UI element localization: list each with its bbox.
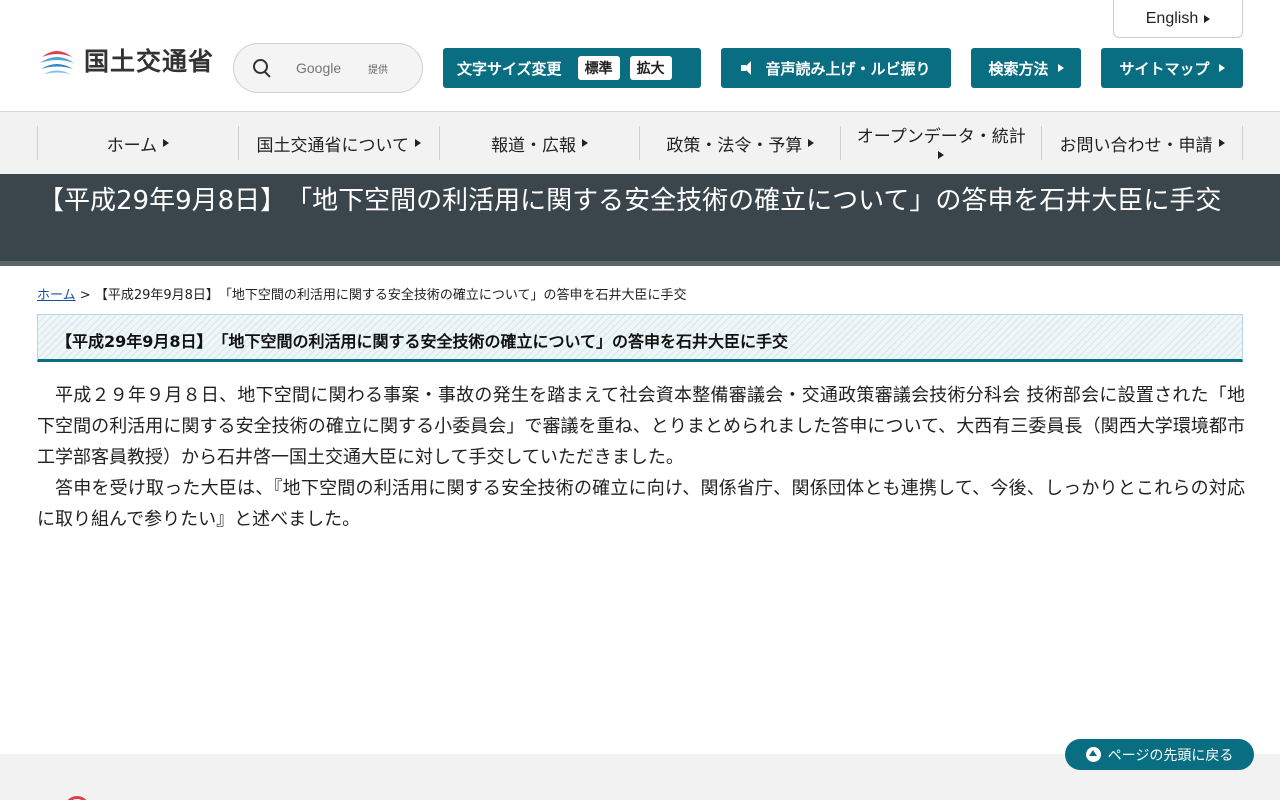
nav-item-opendata[interactable]: オープンデータ・統計	[840, 126, 1041, 160]
article-paragraph: 答申を受け取った大臣は、『地下空間の利活用に関する安全技術の確立に向け、関係省庁…	[37, 478, 1245, 530]
nav-item-policy[interactable]: 政策・法令・予算	[639, 126, 840, 160]
nav-item-press[interactable]: 報道・広報	[438, 126, 640, 160]
section-heading-box: 【平成29年9月8日】 「地下空間の利活用に関する安全技術の確立について」の答申…	[37, 314, 1243, 362]
arrow-right-icon	[1204, 14, 1211, 23]
arrow-up-icon	[1085, 747, 1101, 762]
page-title-band: 【平成29年9月8日】 「地下空間の利活用に関する安全技術の確立について」の答申…	[0, 174, 1280, 266]
arrow-right-icon	[1218, 64, 1225, 72]
nav-item-contact[interactable]: お問い合わせ・申請	[1041, 126, 1243, 160]
nav-item-label: 報道・広報	[491, 135, 577, 156]
logo-text: 国土交通省	[84, 47, 215, 76]
search-provided-label: 提供	[368, 64, 388, 76]
arrow-right-icon	[808, 139, 815, 147]
article-paragraph: 平成２９年９月８日、地下空間に関わる事案・事故の発生を踏まえて社会資本整備審議会…	[37, 385, 1245, 468]
arrow-right-icon	[1218, 139, 1225, 147]
voice-ruby-label: 音声読み上げ・ルビ振り	[765, 59, 931, 78]
nav-item-label: お問い合わせ・申請	[1059, 135, 1213, 156]
nav-item-about[interactable]: 国土交通省について	[237, 126, 439, 160]
breadcrumb: ホーム > 【平成29年9月8日】 「地下空間の利活用に関する安全技術の確立につ…	[37, 284, 687, 303]
back-to-top-label: ページの先頭に戻る	[1107, 747, 1234, 764]
page-title: 【平成29年9月8日】 「地下空間の利活用に関する安全技術の確立について」の答申…	[38, 186, 1222, 216]
global-nav: ホーム 国土交通省について 報道・広報 政策・法令・予算 オープンデータ・統計 …	[0, 112, 1280, 174]
nav-item-label: 国土交通省について	[256, 135, 409, 156]
footer-logo-icon	[64, 796, 90, 800]
font-size-label: 文字サイズ変更	[457, 59, 562, 78]
search-method-label: 検索方法	[988, 59, 1049, 78]
english-label: English	[1145, 9, 1199, 27]
arrow-right-icon	[582, 139, 589, 147]
site-header: 国土交通省 提供 English 文字サイズ変更 標準 拡大 音声読み上げ・ルビ…	[0, 0, 1280, 112]
article-body: 平成２９年９月８日、地下空間に関わる事案・事故の発生を踏まえて社会資本整備審議会…	[37, 380, 1245, 535]
nav-item-label: 政策・法令・予算	[666, 135, 803, 156]
section-heading: 【平成29年9月8日】 「地下空間の利活用に関する安全技術の確立について」の答申…	[56, 332, 789, 351]
font-size-standard-button[interactable]: 標準	[577, 56, 620, 80]
breadcrumb-home-link[interactable]: ホーム	[37, 288, 76, 303]
arrow-right-icon	[938, 151, 945, 160]
site-search: 提供	[233, 43, 423, 93]
voice-ruby-button[interactable]: 音声読み上げ・ルビ振り	[721, 48, 951, 88]
back-to-top-button[interactable]: ページの先頭に戻る	[1065, 739, 1254, 770]
font-size-large-button[interactable]: 拡大	[629, 56, 672, 80]
search-method-button[interactable]: 検索方法	[971, 48, 1081, 88]
arrow-right-icon	[163, 139, 170, 147]
speaker-icon	[741, 61, 757, 75]
breadcrumb-current: 【平成29年9月8日】 「地下空間の利活用に関する安全技術の確立について」の答申…	[94, 288, 687, 303]
font-size-switcher: 文字サイズ変更 標準 拡大	[443, 48, 701, 88]
sitemap-button[interactable]: サイトマップ	[1101, 48, 1243, 88]
breadcrumb-separator: >	[79, 288, 91, 303]
nav-item-label: ホーム	[106, 135, 158, 156]
site-logo[interactable]: 国土交通省	[36, 38, 214, 82]
nav-item-home[interactable]: ホーム	[37, 126, 238, 160]
arrow-right-icon	[414, 139, 421, 147]
search-icon[interactable]	[252, 58, 272, 78]
english-link[interactable]: English	[1113, 0, 1243, 38]
mlit-logo-icon	[38, 41, 76, 79]
nav-item-label: オープンデータ・統計	[856, 126, 1026, 147]
sitemap-label: サイトマップ	[1119, 59, 1210, 78]
arrow-right-icon	[1057, 64, 1064, 72]
